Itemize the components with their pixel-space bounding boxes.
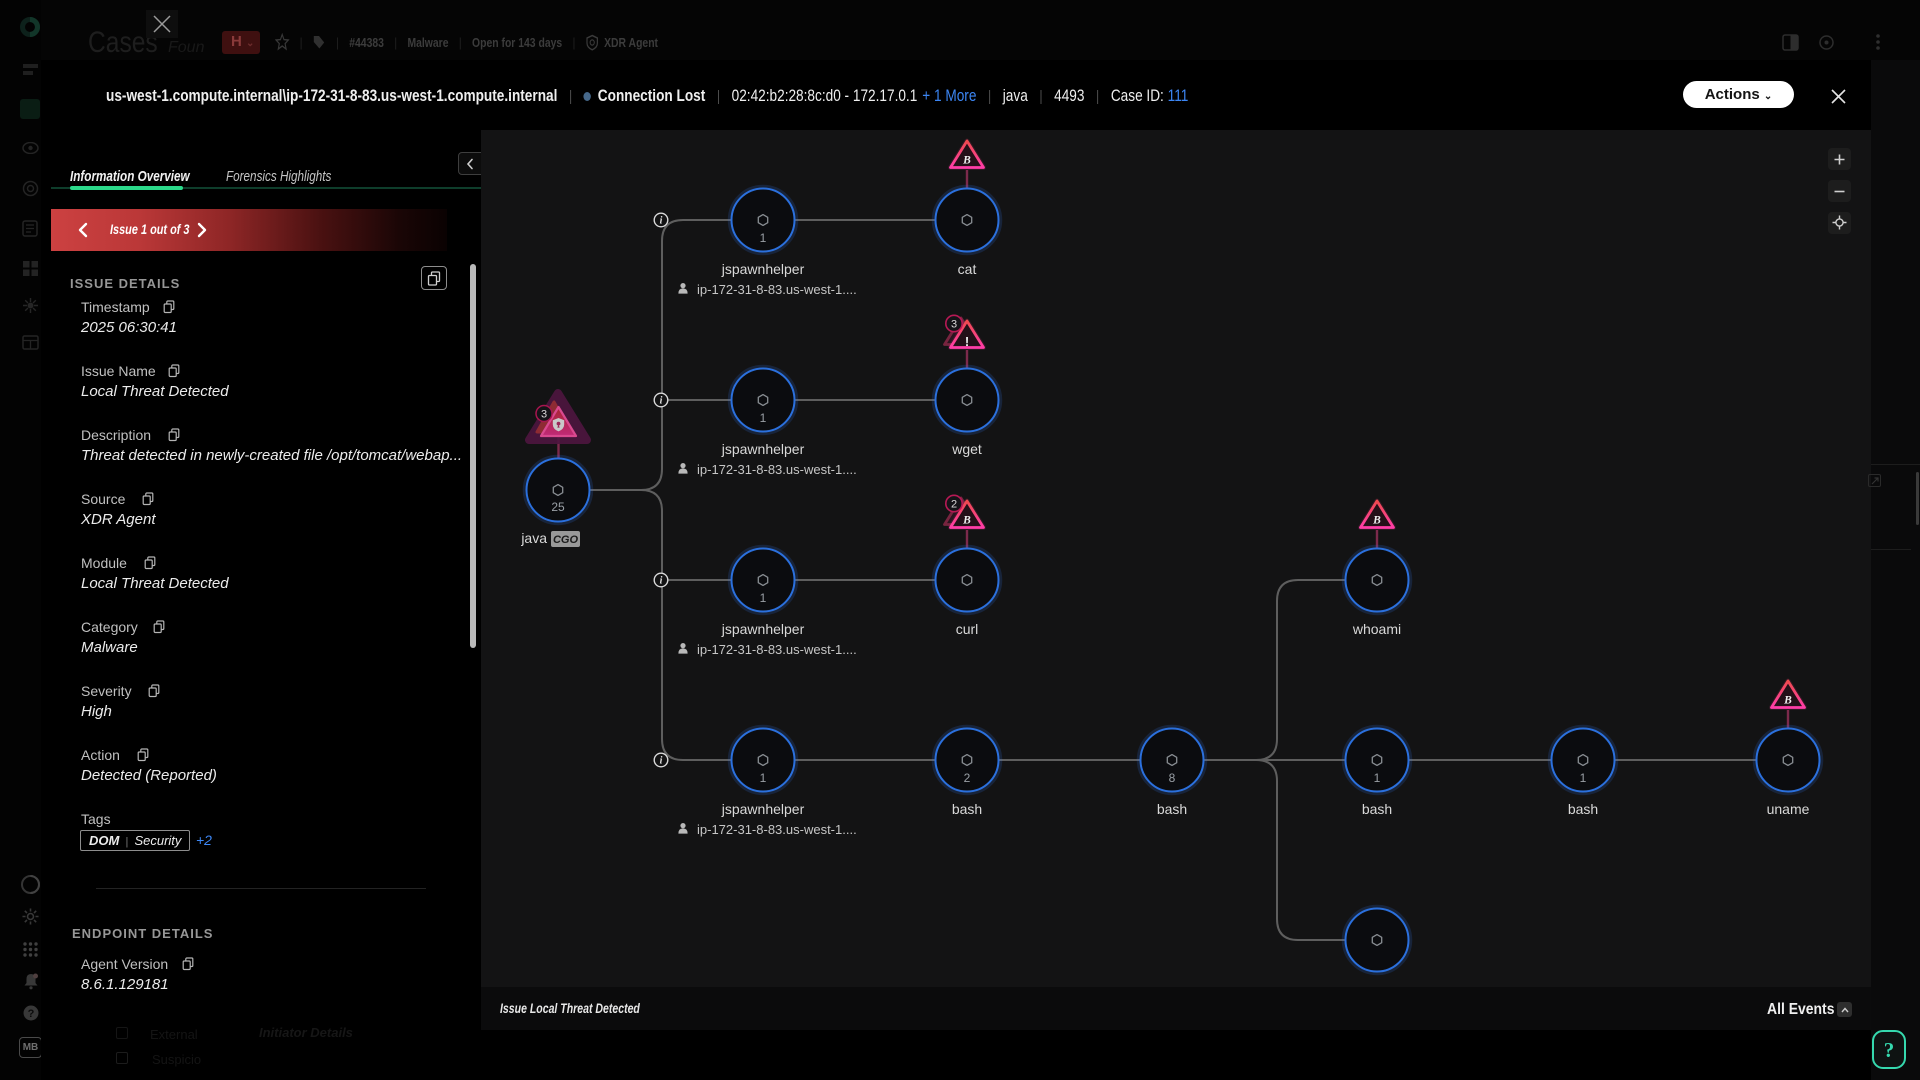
svg-text:1: 1: [760, 591, 767, 605]
svg-text:B: B: [962, 515, 971, 527]
svg-text:jspawnhelper: jspawnhelper: [721, 441, 805, 457]
svg-text:1: 1: [1580, 771, 1587, 785]
svg-text:cat: cat: [958, 261, 977, 277]
svg-text:B: B: [1783, 695, 1792, 707]
svg-text:jspawnhelper: jspawnhelper: [721, 261, 805, 277]
svg-text:uname: uname: [1767, 801, 1810, 817]
svg-text:?: ?: [28, 1008, 35, 1020]
svg-text:CGO: CGO: [553, 534, 579, 546]
svg-text:B: B: [1372, 515, 1381, 527]
svg-text:jspawnhelper: jspawnhelper: [721, 801, 805, 817]
svg-text:bash: bash: [1568, 801, 1598, 817]
svg-text:i: i: [660, 396, 663, 407]
svg-text:!: !: [965, 334, 969, 349]
svg-text:jspawnhelper: jspawnhelper: [721, 621, 805, 637]
svg-text:1: 1: [760, 231, 767, 245]
svg-text:i: i: [660, 756, 663, 767]
svg-text:ip-172-31-8-83.us-west-1....: ip-172-31-8-83.us-west-1....: [697, 822, 857, 837]
svg-text:ip-172-31-8-83.us-west-1....: ip-172-31-8-83.us-west-1....: [697, 642, 857, 657]
svg-text:8: 8: [1169, 771, 1176, 785]
svg-text:1: 1: [760, 771, 767, 785]
svg-text:1: 1: [1374, 771, 1381, 785]
svg-text:bash: bash: [952, 801, 982, 817]
svg-text:bash: bash: [1157, 801, 1187, 817]
svg-text:3: 3: [541, 409, 547, 421]
svg-text:i: i: [660, 216, 663, 227]
svg-text:1: 1: [760, 411, 767, 425]
svg-text:B: B: [962, 155, 971, 167]
svg-text:25: 25: [551, 500, 565, 514]
svg-text:curl: curl: [956, 621, 979, 637]
svg-text:bash: bash: [1362, 801, 1392, 817]
svg-text:java: java: [520, 530, 547, 546]
svg-text:2: 2: [951, 499, 957, 511]
svg-text:ip-172-31-8-83.us-west-1....: ip-172-31-8-83.us-west-1....: [697, 282, 857, 297]
svg-text:ip-172-31-8-83.us-west-1....: ip-172-31-8-83.us-west-1....: [697, 462, 857, 477]
svg-text:2: 2: [964, 771, 971, 785]
svg-text:whoami: whoami: [1352, 621, 1401, 637]
svg-text:3: 3: [951, 319, 957, 331]
svg-text:i: i: [660, 576, 663, 587]
svg-text:wget: wget: [951, 441, 982, 457]
